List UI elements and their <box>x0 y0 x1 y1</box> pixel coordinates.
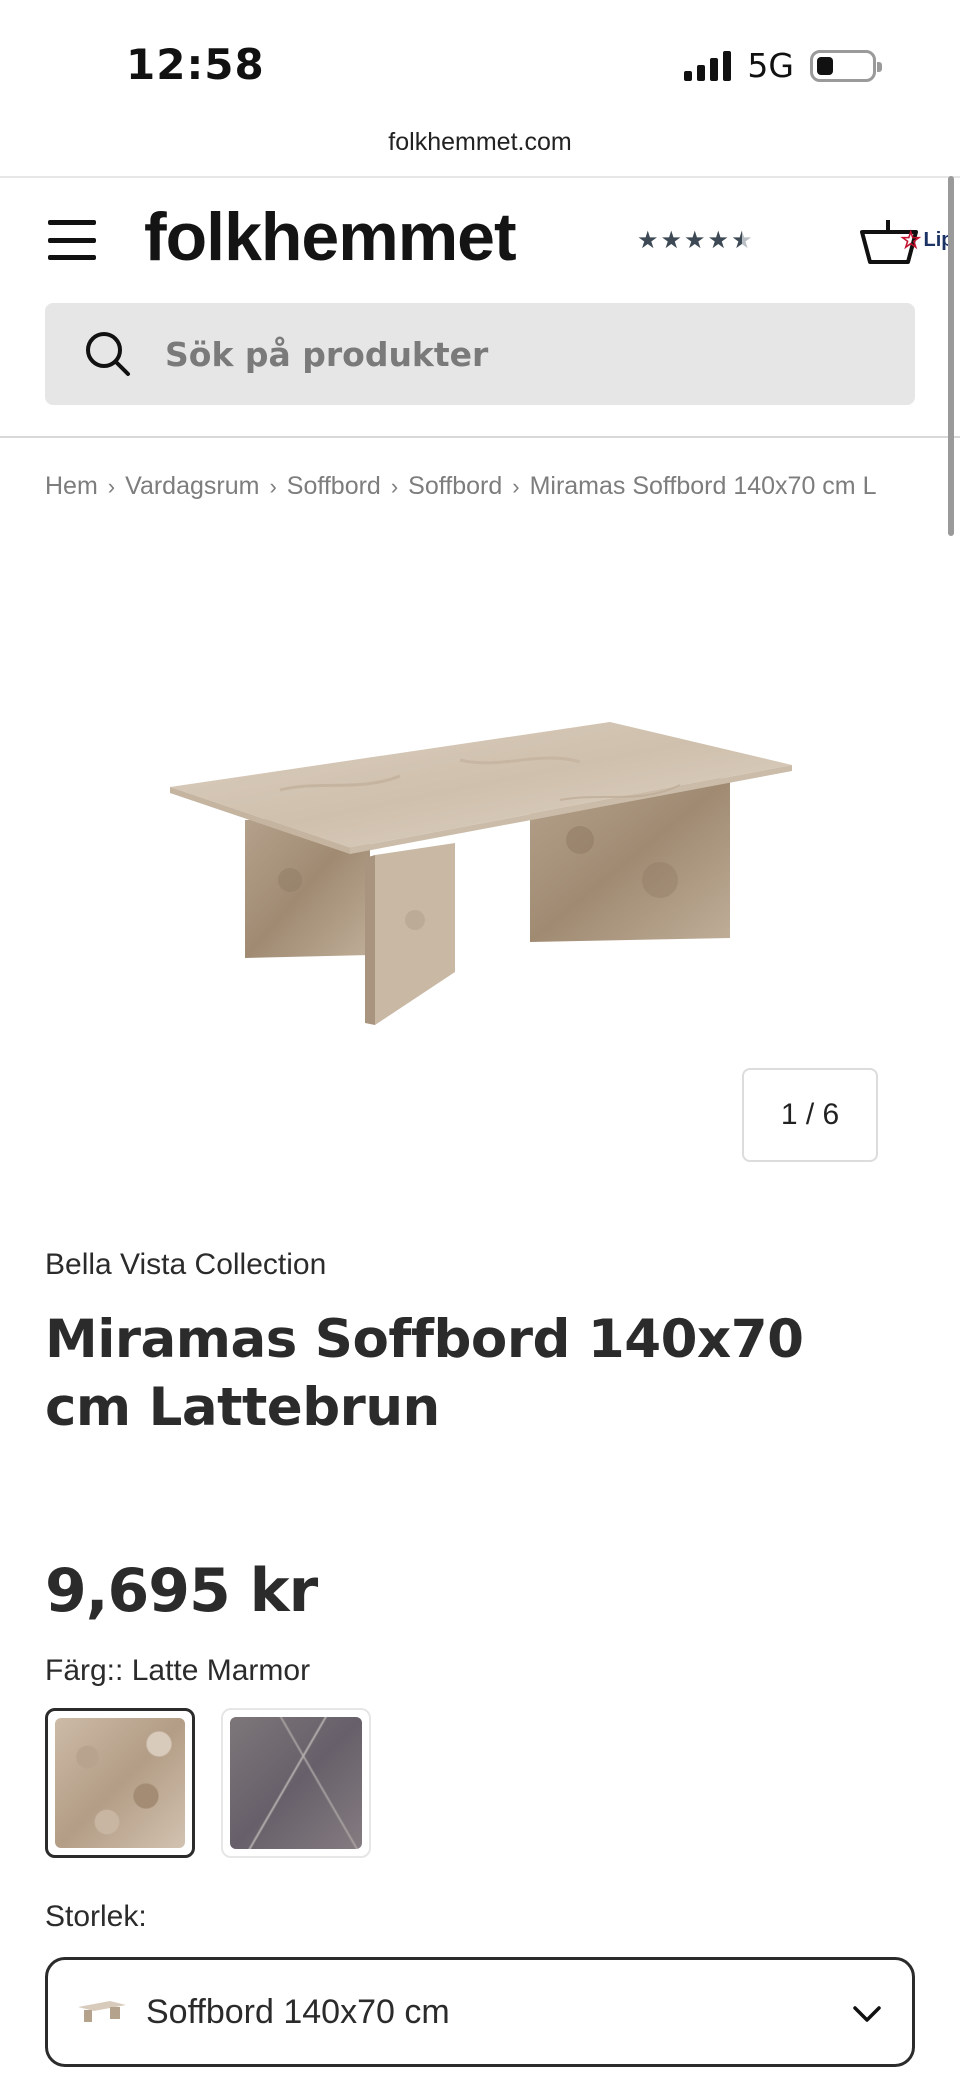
size-label: Storlek: <box>45 1900 147 1933</box>
site-header: folkhemmet ★ ★ ★ ★ ★ ☆ Lip <box>0 176 960 438</box>
search-icon <box>86 332 130 376</box>
product-title: Miramas Soffbord 140x70 cm Lattebrun <box>45 1309 804 1438</box>
product-image[interactable] <box>160 680 800 1040</box>
product-brand[interactable]: Bella Vista Collection <box>45 1248 326 1282</box>
star-icon: ★ <box>637 227 659 254</box>
breadcrumb-item[interactable]: Vardagsrum <box>125 472 259 501</box>
size-thumbnail-icon <box>78 2001 126 2022</box>
color-label-text: Färg:: <box>45 1654 124 1687</box>
breadcrumb-item[interactable]: Hem <box>45 472 98 501</box>
menu-icon[interactable] <box>48 220 96 260</box>
status-bar: 12:58 5G <box>0 0 960 120</box>
signal-icon <box>684 50 732 81</box>
breadcrumb-separator: › <box>107 473 116 499</box>
breadcrumb-item-current: Miramas Soffbord 140x70 cm L <box>529 472 877 500</box>
swatch-latte-marble[interactable] <box>45 1708 195 1858</box>
battery-icon <box>810 49 882 82</box>
search-input[interactable] <box>165 334 765 374</box>
breadcrumb-item[interactable]: Soffbord <box>287 472 381 501</box>
partner-badge[interactable]: ☆ Lip <box>900 226 954 255</box>
network-label: 5G <box>747 46 794 85</box>
color-label: Färg:: Latte Marmor <box>45 1654 310 1688</box>
status-time: 12:58 <box>126 40 265 89</box>
url-bar[interactable]: folkhemmet.com <box>0 128 960 157</box>
image-counter: 1 / 6 <box>742 1068 878 1162</box>
color-value: Latte Marmor <box>131 1654 311 1687</box>
breadcrumb-separator: › <box>269 473 277 499</box>
chevron-down-icon <box>853 2006 881 2022</box>
color-swatches <box>45 1708 371 1858</box>
rating-stars[interactable]: ★ ★ ★ ★ ★ <box>637 226 753 255</box>
product-price: 9,695 kr <box>45 1556 318 1626</box>
breadcrumb: Hem › Vardagsrum › Soffbord › Soffbord ›… <box>45 472 915 501</box>
status-indicators: 5G <box>684 46 882 85</box>
divider <box>0 436 960 438</box>
star-icon: ★ <box>707 227 730 254</box>
size-select[interactable]: Soffbord 140x70 cm <box>45 1957 915 2067</box>
swatch-grey-marble[interactable] <box>221 1708 371 1858</box>
size-selected-value: Soffbord 140x70 cm <box>146 1992 450 2031</box>
breadcrumb-separator: › <box>390 473 399 499</box>
badge-star-icon: ☆ <box>900 227 922 254</box>
search-bar[interactable] <box>45 303 915 405</box>
breadcrumb-separator: › <box>512 473 520 499</box>
site-logo[interactable]: folkhemmet <box>144 198 517 276</box>
breadcrumb-item[interactable]: Soffbord <box>408 472 502 501</box>
star-icon: ★ <box>684 227 706 254</box>
scrollbar[interactable] <box>948 176 954 536</box>
star-icon: ★ <box>660 227 683 254</box>
half-star-icon: ★ <box>731 227 753 254</box>
